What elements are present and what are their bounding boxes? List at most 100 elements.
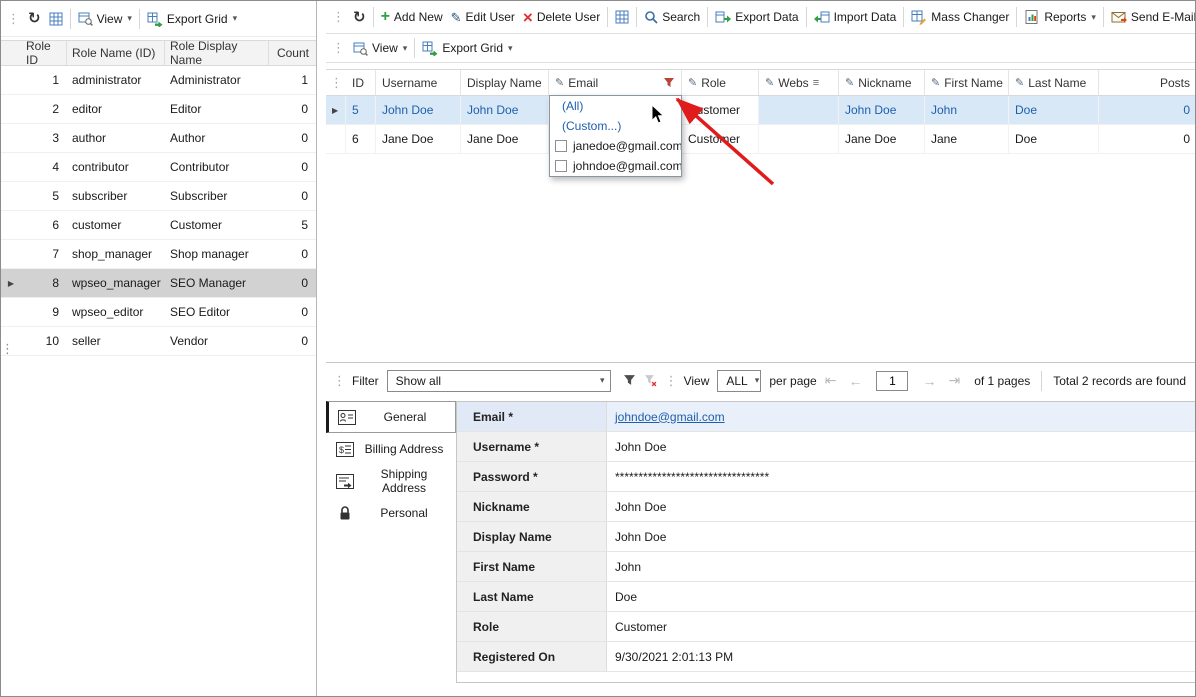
email-filter-dropdown: (All)(Custom...)janedoe@gmail.comjohndoe… [549, 95, 682, 177]
view-button[interactable]: View ▾ [349, 36, 411, 60]
mass-changer-button[interactable]: Mass Changer [907, 5, 1013, 29]
column-header-first-name[interactable]: ✎First Name [925, 70, 1009, 95]
roles-grid-row[interactable]: 2editorEditor0 [1, 95, 316, 124]
reports-button[interactable]: Reports ▾ [1020, 5, 1100, 29]
edit-user-button[interactable]: ✎Edit User [447, 5, 519, 29]
toolbar-grip[interactable]: ⋮ [328, 9, 349, 25]
form-row-username: Username * John Doe [457, 432, 1196, 462]
roles-grid-row[interactable]: 10sellerVendor0 [1, 327, 316, 356]
next-page-button[interactable]: → [916, 373, 942, 389]
column-header-role-display-name[interactable]: Role Display Name [165, 41, 269, 65]
filter-dropdown-item[interactable]: (Custom...) [550, 116, 681, 136]
clear-filter-button[interactable] [640, 369, 661, 393]
field-label: Username * [457, 432, 607, 461]
import-data-button[interactable]: Import Data [810, 5, 901, 29]
import-data-icon [814, 9, 830, 25]
role-count-cell: 0 [269, 305, 316, 319]
last-page-button[interactable]: ⇥ [942, 372, 966, 389]
roles-grid-row[interactable]: 3authorAuthor0 [1, 124, 316, 153]
column-header-role-id[interactable]: Role ID [21, 41, 67, 65]
roles-grid-row[interactable]: ▶8wpseo_managerSEO Manager0 [1, 269, 316, 298]
detail-tab-personal[interactable]: Personal [326, 497, 456, 529]
pencil-icon: ✎ [451, 11, 462, 24]
toolbar-grip[interactable]: ⋮ [326, 75, 346, 91]
roles-grid-row[interactable]: 4contributorContributor0 [1, 153, 316, 182]
filter-dropdown-item[interactable]: (All) [550, 96, 681, 116]
detail-tab-shipping-address[interactable]: Shipping Address [326, 465, 456, 497]
column-header-role[interactable]: ✎Role [682, 70, 759, 95]
field-value[interactable]: John Doe [607, 432, 1196, 461]
column-header-id[interactable]: ID [346, 70, 376, 95]
pencil-icon: ✎ [688, 76, 697, 89]
field-value[interactable]: johndoe@gmail.com [607, 402, 1196, 431]
grid-settings-button[interactable] [45, 7, 67, 31]
view-button-label: View [372, 41, 398, 55]
role-id-cell: 1 [21, 73, 67, 87]
field-value[interactable]: John [607, 552, 1196, 581]
column-header-label: Posts [1160, 76, 1190, 90]
email-link[interactable]: johndoe@gmail.com [615, 410, 725, 424]
field-value[interactable]: John Doe [607, 492, 1196, 521]
first-page-button[interactable]: ⇤ [819, 372, 843, 389]
filter-select[interactable]: Show all ▾ [387, 370, 611, 392]
filter-dropdown-item[interactable]: johndoe@gmail.com [550, 156, 681, 176]
toolbar-grip[interactable]: ⋮ [661, 373, 682, 389]
field-value[interactable]: John Doe [607, 522, 1196, 551]
view-button[interactable]: View ▾ [74, 7, 136, 31]
toolbar-grip[interactable]: ⋮ [3, 11, 24, 27]
roles-grid-row[interactable]: 5subscriberSubscriber0 [1, 182, 316, 211]
field-value[interactable]: Doe [607, 582, 1196, 611]
roles-grid-row[interactable]: 9wpseo_editorSEO Editor0 [1, 298, 316, 327]
field-value-text: John Doe [615, 440, 666, 454]
refresh-button[interactable]: ↻ [349, 5, 370, 29]
send-email-button[interactable]: Send E-Mail [1107, 5, 1196, 29]
toolbar-grip[interactable]: ⋮ [328, 40, 349, 56]
splitter-grip[interactable]: ⋮ [1, 341, 14, 357]
prev-page-button[interactable]: ← [842, 373, 868, 389]
role-count-cell: 0 [269, 334, 316, 348]
page-number-input[interactable] [876, 371, 908, 391]
field-value[interactable]: ********************************* [607, 462, 1196, 491]
refresh-button[interactable]: ↻ [24, 7, 45, 31]
roles-grid-row[interactable]: 6customerCustomer5 [1, 211, 316, 240]
add-new-button[interactable]: +Add New [377, 5, 447, 29]
checkbox[interactable] [555, 140, 567, 152]
column-header-username[interactable]: Username [376, 70, 461, 95]
role-display-name-cell: Author [165, 131, 269, 145]
role-display-name-cell: Customer [165, 218, 269, 232]
detail-tab-billing-address[interactable]: $Billing Address [326, 433, 456, 465]
posts-cell: 0 [1099, 125, 1196, 153]
app-window: ⋮ ↻ View ▾ Export Grid ▾ Role ID Rol [0, 0, 1196, 697]
mass-changer-label: Mass Changer [931, 10, 1009, 24]
export-data-button[interactable]: Export Data [711, 5, 802, 29]
delete-user-button[interactable]: ×Delete User [519, 5, 604, 29]
search-button[interactable]: Search [640, 5, 704, 29]
checkbox[interactable] [555, 160, 567, 172]
filter-funnel-icon[interactable] [663, 77, 675, 89]
column-header-role-name[interactable]: Role Name (ID) [67, 41, 165, 65]
per-page-select[interactable]: ALL ▾ [717, 370, 761, 392]
column-header-last-name[interactable]: ✎Last Name [1009, 70, 1099, 95]
export-grid-button[interactable]: Export Grid ▾ [143, 7, 241, 31]
column-header-posts[interactable]: Posts [1099, 70, 1196, 95]
toolbar-grip[interactable]: ⋮ [329, 373, 350, 389]
apply-filter-button[interactable] [619, 369, 640, 393]
roles-grid-row[interactable]: 7shop_managerShop manager0 [1, 240, 316, 269]
column-header-webs[interactable]: ✎Webs≡ [759, 70, 839, 95]
grid-icon [615, 10, 629, 24]
roles-grid-row[interactable]: 1administratorAdministrator1 [1, 66, 316, 95]
column-header-count[interactable]: Count [269, 41, 316, 65]
chevron-down-icon: ▾ [233, 13, 238, 24]
users-grid-row[interactable]: 6Jane DoeJane DoeCustomerJane DoeJaneDoe… [326, 125, 1196, 154]
filter-dropdown-item[interactable]: janedoe@gmail.com [550, 136, 681, 156]
grid-settings-button[interactable] [611, 5, 633, 29]
column-header-display-name[interactable]: Display Name [461, 70, 549, 95]
export-grid-button[interactable]: Export Grid ▾ [418, 36, 516, 60]
field-value[interactable]: 9/30/2021 2:01:13 PM [607, 642, 1196, 671]
form-row-password: Password *******************************… [457, 462, 1196, 492]
field-value[interactable]: Customer [607, 612, 1196, 641]
column-header-email[interactable]: ✎Email [549, 70, 682, 95]
detail-tab-general[interactable]: General [326, 401, 456, 433]
users-grid-row[interactable]: ▶5John DoeJohn DoeCustomerJohn DoeJohnDo… [326, 96, 1196, 125]
column-header-nickname[interactable]: ✎Nickname [839, 70, 925, 95]
